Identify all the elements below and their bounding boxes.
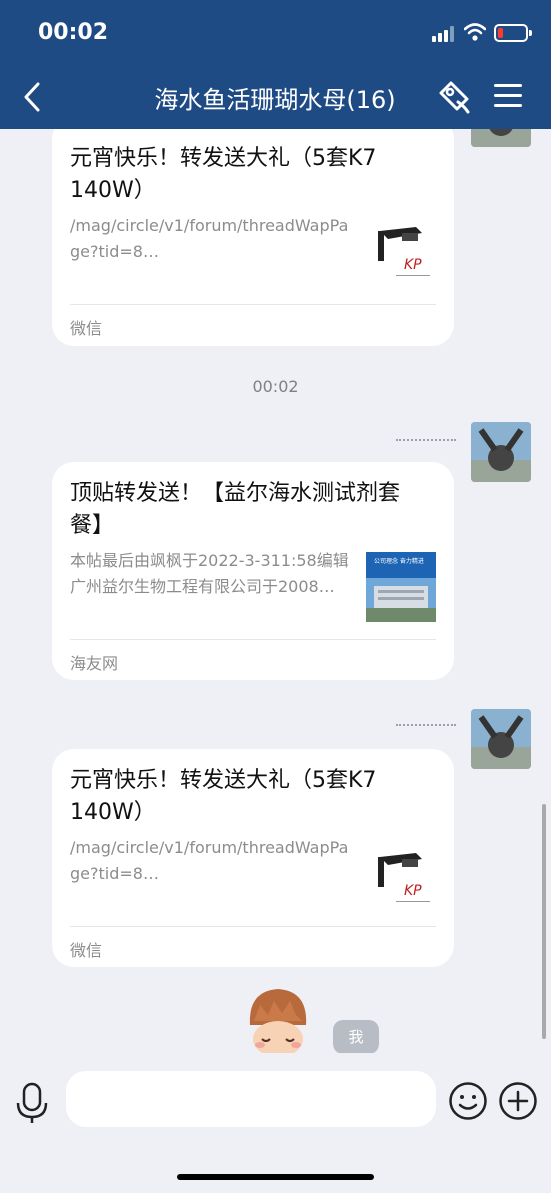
- card-description: 本帖最后由飒枫于2022-3-311:58编辑广州益尔生物工程有限公司于2008…: [70, 551, 349, 596]
- card-title: 元宵快乐！转发送大礼（5套K7 140W）: [70, 768, 377, 825]
- card-divider: [70, 926, 436, 927]
- scrollbar[interactable]: [542, 804, 546, 1039]
- card-source: 海友网: [70, 654, 119, 673]
- card-title: 顶贴转发送！【益尔海水测试剂套餐】: [70, 481, 401, 538]
- sender-avatar[interactable]: [471, 422, 531, 482]
- sender-avatar[interactable]: [471, 129, 531, 147]
- page-title: 海水鱼活珊瑚水母(16): [154, 86, 396, 114]
- message-input[interactable]: [66, 1071, 436, 1127]
- card-thumbnail: 公司理念 奋力精进: [366, 552, 436, 622]
- tag-icon[interactable]: [436, 78, 474, 116]
- status-time: 00:02: [38, 20, 109, 45]
- card-description: /mag/circle/v1/forum/threadWapPage?tid=8…: [70, 838, 349, 883]
- cartoon-sticker: [249, 989, 307, 1053]
- wifi-icon: [464, 23, 486, 41]
- menu-button[interactable]: [494, 82, 524, 112]
- home-indicator[interactable]: [177, 1174, 374, 1180]
- card-source: 微信: [70, 319, 103, 338]
- top-bar: 00:02 海水鱼活珊瑚水母(16): [0, 0, 551, 129]
- back-button[interactable]: [18, 80, 48, 114]
- card-title: 元宵快乐！转发送大礼（5套K7 140W）: [70, 146, 377, 203]
- battery-level: [498, 28, 503, 38]
- card-thumbnail: KP: [366, 213, 436, 283]
- card-description: /mag/circle/v1/forum/threadWapPage?tid=8…: [70, 216, 349, 261]
- emoji-icon[interactable]: [448, 1081, 488, 1121]
- input-bar: [0, 1053, 551, 1193]
- sender-name: [396, 724, 456, 728]
- plus-icon[interactable]: [498, 1081, 538, 1121]
- card-divider: [70, 639, 436, 640]
- card-divider: [70, 304, 436, 305]
- sender-avatar[interactable]: [471, 709, 531, 769]
- card-source: 微信: [70, 941, 103, 960]
- time-separator: 00:02: [252, 377, 299, 396]
- thumb-caption: 公司理念 奋力精进: [374, 557, 424, 565]
- microphone-icon[interactable]: [14, 1081, 50, 1125]
- sender-name: [396, 439, 456, 443]
- card-thumbnail: KP: [366, 839, 436, 909]
- shared-link-card[interactable]: 元宵快乐！转发送大礼（5套K7 140W） /mag/circle/v1/for…: [52, 129, 454, 346]
- shared-link-card[interactable]: 元宵快乐！转发送大礼（5套K7 140W） /mag/circle/v1/for…: [52, 749, 454, 967]
- cellular-signal-icon: [432, 26, 458, 42]
- battery-icon: [494, 24, 532, 42]
- thumb-logo-text: KP: [404, 883, 422, 899]
- thumb-logo-text: KP: [404, 257, 422, 273]
- shared-link-card[interactable]: 顶贴转发送！【益尔海水测试剂套餐】 本帖最后由飒枫于2022-3-311:58编…: [52, 462, 454, 680]
- me-tag: 我: [333, 1020, 379, 1053]
- chat-area[interactable]: 元宵快乐！转发送大礼（5套K7 140W） /mag/circle/v1/for…: [0, 129, 551, 1053]
